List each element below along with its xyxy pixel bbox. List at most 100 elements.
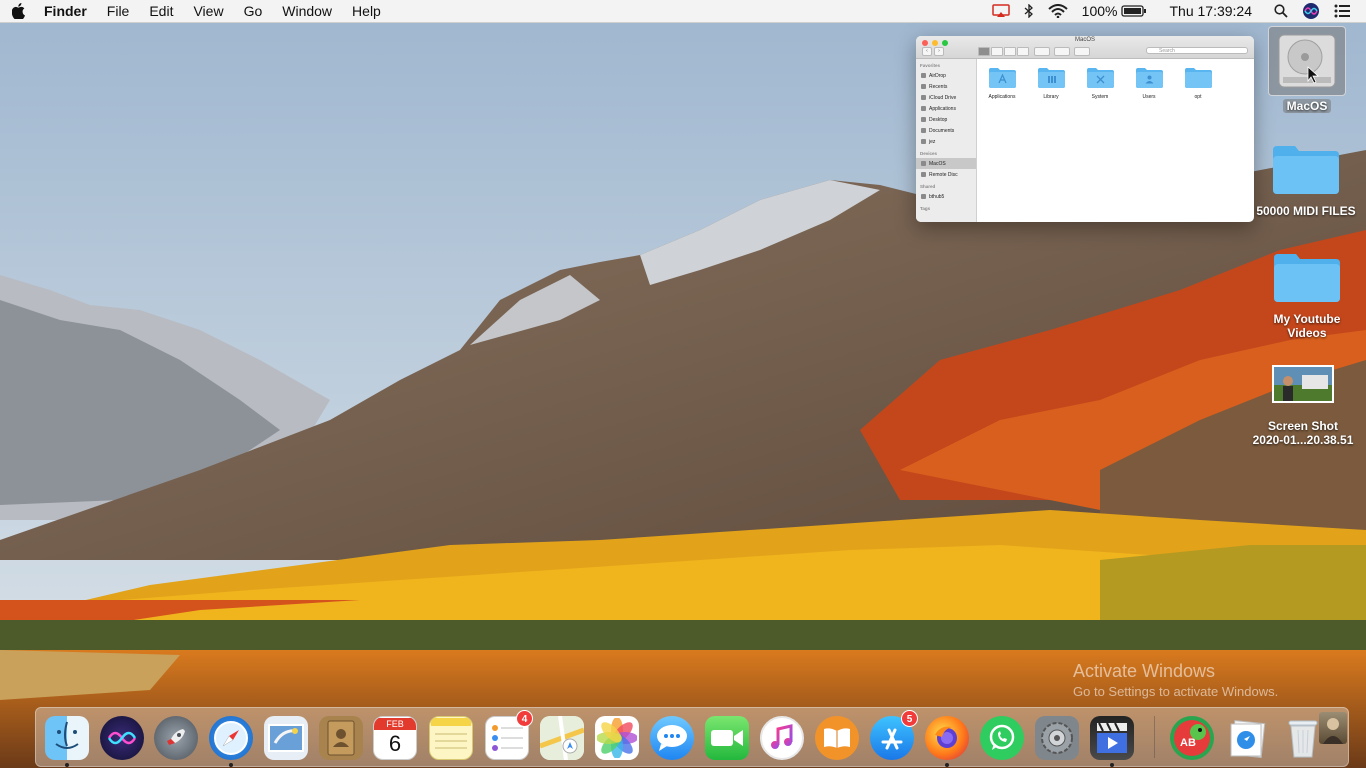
sidebar-item-applications[interactable]: Applications	[916, 103, 976, 114]
dock-whatsapp[interactable]	[980, 716, 1024, 760]
desktop-item-youtube-folder[interactable]: My Youtube Videos	[1256, 252, 1358, 340]
sidebar-item-remote-disc[interactable]: Remote Disc	[916, 169, 976, 180]
desktop-item-screenshot[interactable]: Screen Shot 2020-01...20.38.51	[1240, 365, 1366, 447]
applications-folder-icon	[988, 67, 1016, 88]
notes-icon	[429, 716, 473, 760]
dock-notes[interactable]	[429, 716, 473, 760]
back-button[interactable]: ‹	[922, 47, 932, 56]
icon-view-button[interactable]	[978, 47, 990, 56]
dock-ibooks[interactable]	[815, 716, 859, 760]
spotlight-search-icon[interactable]	[1274, 4, 1288, 18]
finder-window[interactable]: MacOS ‹ › Search Favorites AirDrop Recen…	[916, 36, 1254, 222]
photos-icon	[595, 716, 639, 760]
running-indicator	[65, 763, 69, 767]
desktop-item-label-line2: 2020-01...20.38.51	[1252, 433, 1354, 447]
sidebar-label: AirDrop	[929, 72, 946, 79]
folder-item-library[interactable]: Library	[1028, 67, 1074, 100]
dock-contacts[interactable]	[319, 716, 363, 760]
sidebar-item-icloud-drive[interactable]: iCloud Drive	[916, 92, 976, 103]
finder-content[interactable]: Applications Library System Users opt	[977, 59, 1254, 222]
search-field[interactable]: Search	[1146, 47, 1248, 54]
cloud-icon	[921, 95, 926, 100]
folder-item-applications[interactable]: Applications	[979, 67, 1025, 100]
bluetooth-icon[interactable]	[1024, 4, 1034, 18]
dock-finder[interactable]	[45, 716, 89, 767]
dock-reminders[interactable]: 4	[485, 710, 533, 760]
arrange-button[interactable]	[1034, 47, 1050, 56]
network-computer-icon	[921, 194, 926, 199]
folder-item-opt[interactable]: opt	[1175, 67, 1221, 100]
notification-center-icon[interactable]	[1334, 4, 1350, 18]
dock-launchpad[interactable]	[154, 716, 198, 760]
watermark-title: Activate Windows	[1073, 661, 1216, 681]
airplay-icon[interactable]	[991, 4, 1010, 18]
column-view-button[interactable]	[1004, 47, 1016, 56]
dock-calendar[interactable]: FEB 6	[373, 716, 417, 760]
launchpad-icon	[154, 716, 198, 760]
activate-windows-watermark: Activate Windows Go to Settings to activ…	[1073, 661, 1278, 699]
dock-siri[interactable]	[100, 716, 144, 760]
desktop-item-macos[interactable]: MacOS	[1268, 26, 1346, 113]
users-folder-icon	[1135, 67, 1163, 88]
sidebar-header-tags: Tags	[920, 206, 931, 211]
sidebar-item-macos[interactable]: MacOS	[916, 158, 976, 169]
wifi-icon[interactable]	[1048, 4, 1068, 18]
sidebar-item-desktop[interactable]: Desktop	[916, 114, 976, 125]
forward-button[interactable]: ›	[934, 47, 944, 56]
folder-item-users[interactable]: Users	[1126, 67, 1172, 100]
dock-mail[interactable]	[264, 716, 308, 760]
apple-menu-icon[interactable]	[12, 3, 30, 19]
dock-user-stack[interactable]	[1319, 712, 1347, 756]
dock-downloads-stack[interactable]	[1225, 716, 1269, 760]
applications-icon	[921, 106, 926, 111]
dock-system-preferences[interactable]	[1035, 716, 1079, 760]
siri-icon[interactable]	[1302, 2, 1320, 20]
share-button[interactable]	[1074, 47, 1090, 56]
hard-drive-icon	[1268, 26, 1346, 96]
menu-help[interactable]: Help	[352, 3, 381, 19]
dock-imovie[interactable]	[1090, 716, 1134, 767]
folder-item-system[interactable]: System	[1077, 67, 1123, 100]
sidebar-item-home[interactable]: jez	[916, 136, 976, 147]
itunes-icon	[760, 716, 804, 760]
dock-messages[interactable]	[650, 716, 694, 760]
dock-itunes[interactable]	[760, 716, 804, 760]
action-gear-button[interactable]	[1054, 47, 1070, 56]
document-icon	[921, 128, 926, 133]
sidebar-item-airdrop[interactable]: AirDrop	[916, 70, 976, 81]
clock[interactable]: Thu 17:39:24	[1169, 3, 1252, 19]
folder-icon	[1274, 252, 1340, 302]
dock-facetime[interactable]	[705, 716, 749, 760]
menu-edit[interactable]: Edit	[149, 3, 173, 19]
firefox-icon	[925, 716, 969, 760]
dock-safari[interactable]	[209, 716, 253, 767]
dock-app-store[interactable]: 5	[870, 710, 918, 760]
contacts-icon	[319, 716, 363, 760]
folder-item-label: Library	[1043, 94, 1059, 100]
maps-icon	[540, 716, 584, 760]
sidebar-label: jez	[929, 138, 936, 145]
dock-firefox[interactable]	[925, 716, 969, 767]
battery-icon[interactable]	[1121, 4, 1147, 18]
list-view-button[interactable]	[991, 47, 1003, 56]
menu-window[interactable]: Window	[282, 3, 332, 19]
menu-view[interactable]: View	[193, 3, 223, 19]
sidebar-item-bthub5[interactable]: bthub5	[916, 191, 976, 202]
finder-toolbar: MacOS ‹ › Search	[916, 36, 1254, 59]
sidebar-item-documents[interactable]: Documents	[916, 125, 976, 136]
menu-go[interactable]: Go	[244, 3, 263, 19]
view-switcher[interactable]	[978, 47, 1029, 56]
dock-typing-app[interactable]: AB	[1170, 716, 1214, 760]
dock-photos[interactable]	[595, 716, 639, 760]
dock-maps[interactable]	[540, 716, 584, 760]
screenshot-thumbnail-icon	[1272, 365, 1334, 403]
desktop-item-midi-folder[interactable]: 50000 MIDI FILES	[1246, 144, 1366, 218]
menu-file[interactable]: File	[107, 3, 130, 19]
gallery-view-button[interactable]	[1017, 47, 1029, 56]
sidebar-item-recents[interactable]: Recents	[916, 81, 976, 92]
disc-icon	[921, 172, 926, 177]
notification-badge: 4	[516, 710, 533, 727]
folder-icon	[1184, 67, 1212, 88]
app-menu-finder[interactable]: Finder	[44, 3, 87, 19]
system-folder-icon	[1086, 67, 1114, 88]
